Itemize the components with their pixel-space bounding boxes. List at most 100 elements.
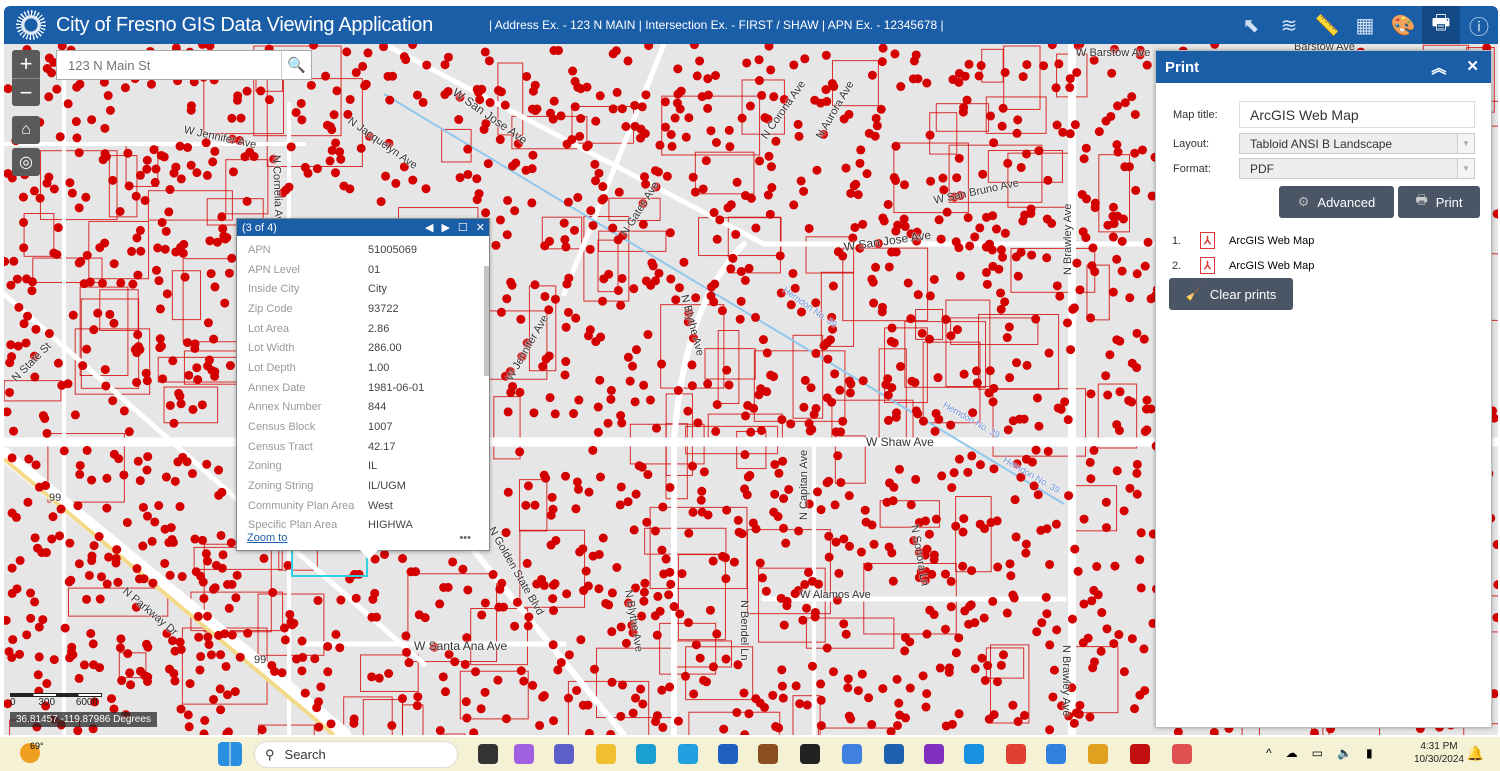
- print-result-link[interactable]: ArcGIS Web Map: [1229, 235, 1314, 247]
- select-tool-button[interactable]: ⬉: [1232, 6, 1270, 44]
- layers-tool-button[interactable]: ≋: [1270, 6, 1308, 44]
- close-panel-button[interactable]: ✕: [1466, 57, 1479, 78]
- home-button[interactable]: ⌂: [12, 116, 40, 144]
- advanced-button[interactable]: ⚙ Advanced: [1279, 186, 1394, 218]
- parcel-point: [64, 577, 74, 587]
- parcel-point: [1112, 420, 1122, 430]
- print-button[interactable]: 🖶 Print: [1398, 186, 1480, 218]
- file-explorer-icon[interactable]: [478, 744, 498, 764]
- parcel-point: [851, 179, 861, 189]
- palette-tool-button[interactable]: 🎨: [1384, 6, 1422, 44]
- parcel-point: [1117, 236, 1127, 246]
- parcel-point: [93, 308, 103, 318]
- next-feature-button[interactable]: ▶: [441, 221, 449, 234]
- zoom-to-link[interactable]: Zoom to: [247, 532, 287, 544]
- parcel-point: [500, 100, 510, 110]
- parcel-point: [926, 176, 936, 186]
- maximize-button[interactable]: ☐: [458, 221, 468, 234]
- folder-icon[interactable]: [596, 744, 616, 764]
- zoom-in-button[interactable]: +: [12, 50, 40, 78]
- print-tool-button[interactable]: 🖶: [1422, 6, 1460, 44]
- popup-scrollbar[interactable]: [484, 266, 489, 376]
- cloud-icon[interactable]: ☁: [1286, 746, 1298, 760]
- photos-icon[interactable]: [1046, 744, 1066, 764]
- parcel-point: [72, 82, 82, 92]
- previous-feature-button[interactable]: ◀: [425, 221, 433, 234]
- zoom-out-button[interactable]: −: [12, 78, 40, 106]
- parcel-point: [134, 574, 144, 584]
- parcel-point: [540, 291, 550, 301]
- parcel-point: [23, 497, 33, 507]
- parcel-point: [300, 162, 310, 172]
- map-title-input[interactable]: ArcGIS Web Map: [1239, 101, 1475, 128]
- more-actions-button[interactable]: •••: [459, 532, 471, 544]
- battery-icon[interactable]: ▮: [1366, 746, 1373, 760]
- parcel-point: [763, 190, 773, 200]
- chevron-up-icon[interactable]: ^: [1266, 746, 1272, 760]
- parcel-point: [715, 215, 725, 225]
- parcel-point: [740, 275, 750, 285]
- weather-temp: 69°: [30, 741, 44, 751]
- format-select[interactable]: PDF ▼: [1239, 158, 1475, 179]
- parcel-point: [8, 635, 18, 645]
- alexa-icon[interactable]: [678, 744, 698, 764]
- basemap-gallery-tool-button[interactable]: ▦: [1346, 6, 1384, 44]
- print-result-item[interactable]: 1. ⅄ ArcGIS Web Map: [1172, 228, 1491, 253]
- taskbar-search[interactable]: ⚲ Search: [254, 741, 458, 768]
- mail-icon[interactable]: [924, 744, 944, 764]
- collapse-icon[interactable]: ︽: [1431, 57, 1446, 78]
- parcel-point: [856, 145, 866, 155]
- locate-button[interactable]: ◎: [12, 148, 40, 176]
- start-button[interactable]: [218, 742, 242, 766]
- parcel-point: [493, 675, 503, 685]
- parcel-outline: [443, 733, 466, 735]
- search-button[interactable]: 🔍: [281, 51, 311, 79]
- parcel-point: [607, 677, 617, 687]
- teams-icon[interactable]: [554, 744, 574, 764]
- close-popup-button[interactable]: ✕: [476, 221, 485, 234]
- snipping-icon[interactable]: [1172, 744, 1192, 764]
- parcel-point: [480, 598, 490, 608]
- copilot-icon[interactable]: [514, 744, 534, 764]
- info-tool-button[interactable]: ⓘ: [1460, 6, 1498, 44]
- parcel-point: [370, 588, 380, 598]
- search-input[interactable]: [57, 51, 281, 79]
- chrome-icon[interactable]: [1006, 744, 1026, 764]
- parcel-point: [598, 533, 608, 543]
- parcel-point: [1135, 690, 1145, 700]
- app-icon[interactable]: [758, 744, 778, 764]
- print-result-link[interactable]: ArcGIS Web Map: [1229, 260, 1314, 272]
- parcel-point: [330, 168, 340, 178]
- parcel-point: [440, 60, 450, 70]
- app-icon[interactable]: [964, 744, 984, 764]
- parcel-point: [975, 223, 985, 233]
- mcafee-icon[interactable]: [1130, 744, 1150, 764]
- print-result-item[interactable]: 2. ⅄ ArcGIS Web Map: [1172, 253, 1491, 278]
- parcel-point: [729, 557, 739, 567]
- notification-icon[interactable]: 🔔: [1467, 745, 1484, 762]
- layout-select[interactable]: Tabloid ANSI B Landscape ▼: [1239, 133, 1475, 154]
- store-icon[interactable]: [718, 744, 738, 764]
- clock[interactable]: 4:31 PM 10/30/2024: [1414, 740, 1464, 766]
- popup-attributes[interactable]: APN 51005069 APN Level 01 Inside City City Zip…: [237, 236, 489, 532]
- parcel-point: [1031, 445, 1041, 455]
- network-icon[interactable]: ▭: [1312, 746, 1323, 760]
- parcel-point: [839, 619, 849, 629]
- parcel-point: [477, 610, 487, 620]
- scanner-icon[interactable]: [884, 744, 904, 764]
- parcel-point: [1037, 618, 1047, 628]
- parcel-point: [82, 344, 92, 354]
- clear-prints-button[interactable]: 🧹 Clear prints: [1169, 278, 1293, 310]
- parcel-point: [816, 695, 826, 705]
- parcel-point: [740, 484, 750, 494]
- chrome-icon[interactable]: [1088, 744, 1108, 764]
- parcel-point: [109, 259, 119, 269]
- parcel-point: [721, 574, 731, 584]
- system-tray[interactable]: ^ ☁ ▭ 🔈 ▮: [1266, 746, 1373, 760]
- edge-icon[interactable]: [636, 744, 656, 764]
- measure-tool-button[interactable]: 📏: [1308, 6, 1346, 44]
- volume-icon[interactable]: 🔈: [1337, 746, 1352, 760]
- app-icon[interactable]: [842, 744, 862, 764]
- parcel-point: [135, 476, 145, 486]
- dropbox-icon[interactable]: [800, 744, 820, 764]
